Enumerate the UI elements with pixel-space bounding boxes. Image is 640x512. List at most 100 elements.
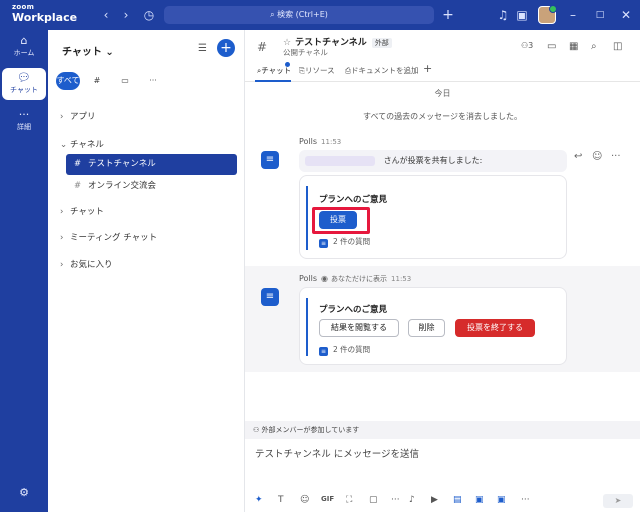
reply-icon[interactable]: ↩ <box>574 151 582 162</box>
poll-accent-bar <box>306 186 308 250</box>
video-message-icon[interactable]: ▶ <box>431 495 438 505</box>
title-bar: zoom Workplace ‹ › ◷ ⌕ 検索 (Ctrl+E) + ♫ ▣… <box>0 0 640 30</box>
chevron-down-icon: ⌄ <box>105 47 114 58</box>
sidebar-item-online-meetup[interactable]: # オンライン交流会 <box>66 176 237 197</box>
tab-channels-icon[interactable]: # <box>88 72 106 90</box>
maximize-icon[interactable]: □ <box>592 7 608 23</box>
active-tab-underline <box>255 80 291 82</box>
text-format-icon[interactable]: T <box>278 495 284 505</box>
message-time: 11:53 <box>391 275 412 283</box>
composer-toolbar: ✦ T ☺ GIF ⛶ ▢ ··· ♪ ▶ ▤ ▣ ▣ ··· ➤ <box>245 492 640 512</box>
search-icon[interactable]: ⌕ <box>591 41 597 52</box>
logo-workplace: Workplace <box>12 11 78 24</box>
history-icon[interactable]: ◷ <box>141 7 157 23</box>
hash-icon: # <box>74 181 82 191</box>
microphone-icon[interactable]: ♪ <box>409 495 415 505</box>
polls-app-icon: ≡ <box>261 288 279 306</box>
left-rail: ⌂ ホーム 💬︎ チャット ··· 詳細 ⚙ <box>0 30 48 512</box>
share-text: さんが投票を共有しました: <box>383 156 483 165</box>
more-options-icon[interactable]: ··· <box>611 151 621 162</box>
unread-dot <box>285 62 290 67</box>
hash-icon: # <box>74 159 82 169</box>
channel-name: テストチャンネル <box>88 159 156 169</box>
polls-small-icon: ≡ <box>319 347 328 356</box>
panel-icon[interactable]: ◫ <box>613 41 622 52</box>
emoji-icon[interactable]: ☺ <box>592 151 602 162</box>
rail-home[interactable]: ⌂ ホーム <box>2 34 46 62</box>
visibility-label: あなただけに表示 <box>331 275 388 283</box>
poll-accent-bar <box>306 298 308 356</box>
message-input[interactable]: テストチャンネル にメッセージを送信 <box>255 446 419 460</box>
tab-resources[interactable]: ⎘リソース <box>299 65 335 76</box>
poll-title: プランへのご意見 <box>319 305 388 315</box>
sidebar-title[interactable]: チャット ⌄ <box>62 43 114 58</box>
back-icon[interactable]: ‹ <box>98 7 114 23</box>
tab-all[interactable]: すべて <box>56 72 80 90</box>
channel-name: オンライン交流会 <box>88 181 157 191</box>
members-icon: ⚇ <box>253 426 262 434</box>
filter-icon[interactable]: ☰ <box>198 43 207 54</box>
more-icon: ··· <box>18 108 30 121</box>
vote-button[interactable]: 投票 <box>319 211 357 229</box>
section-chats[interactable]: › チャット <box>60 205 104 217</box>
forward-icon[interactable]: › <box>118 7 134 23</box>
end-poll-button[interactable]: 投票を終了する <box>455 319 535 337</box>
section-meeting-chats[interactable]: › ミーティング チャット <box>60 231 157 243</box>
more-apps-icon[interactable]: ··· <box>521 495 530 505</box>
rail-chat[interactable]: 💬︎ チャット <box>2 68 46 100</box>
tab-add-document-label: ドキュメントを追加 <box>351 66 419 75</box>
polls-app-icon: ≡ <box>261 151 279 169</box>
tab-direct-icon[interactable]: ▭ <box>116 72 134 90</box>
view-results-button[interactable]: 結果を閲覧する <box>319 319 399 337</box>
chat-main: # ☆ テストチャンネル 外部 公開チャネル ⚇3 ▭ ▦ ⌕ ◫ ⌕チャット ⎘リ… <box>245 30 640 512</box>
sidebar-item-test-channel[interactable]: # テストチャンネル <box>66 154 237 175</box>
attach-icon[interactable]: ▢ <box>369 495 378 505</box>
delete-poll-button[interactable]: 削除 <box>408 319 445 337</box>
close-icon[interactable]: ✕ <box>618 7 634 23</box>
polls-icon[interactable]: ▤ <box>453 495 462 505</box>
add-tab-icon[interactable]: + <box>423 62 432 75</box>
app-icon-2[interactable]: ▣ <box>497 495 506 505</box>
plus-icon: + <box>220 40 232 56</box>
app-icon[interactable]: ▣ <box>475 495 484 505</box>
window-icon[interactable]: ▣ <box>514 7 530 23</box>
search-placeholder: 検索 (Ctrl+E) <box>277 10 328 19</box>
avatar[interactable] <box>538 5 557 24</box>
members-button[interactable]: ⚇3 <box>521 41 533 50</box>
poll-title: プランへのご意見 <box>319 195 388 205</box>
section-favorites-label: お気に入り <box>70 260 113 270</box>
tab-chat-label: チャット <box>261 66 292 75</box>
home-icon: ⌂ <box>20 34 28 47</box>
new-chat-button[interactable]: + <box>217 39 235 57</box>
rail-more[interactable]: ··· 詳細 <box>2 108 46 136</box>
send-button[interactable]: ➤ <box>603 494 633 508</box>
add-icon[interactable]: + <box>440 7 456 23</box>
tab-more-icon[interactable]: ··· <box>144 72 162 90</box>
sender-name: Polls <box>299 137 318 146</box>
polls-small-icon: ≡ <box>319 239 328 248</box>
gif-button[interactable]: GIF <box>321 495 334 503</box>
section-channels[interactable]: ⌄ チャネル <box>60 138 104 150</box>
section-favorites[interactable]: › お気に入り <box>60 258 113 270</box>
message-sender: Polls 11:53 <box>299 137 341 146</box>
tab-add-document[interactable]: ⎙ドキュメントを追加 <box>345 65 419 76</box>
video-icon[interactable]: ▭ <box>547 41 556 52</box>
ai-sparkle-icon[interactable]: ✦ <box>255 495 263 505</box>
notification-icon[interactable]: ♫ <box>495 7 511 23</box>
more-icon[interactable]: ··· <box>391 495 400 505</box>
section-apps[interactable]: › アプリ <box>60 110 96 122</box>
logo-zoom: zoom <box>12 3 35 11</box>
screenshot-icon[interactable]: ⛶ <box>346 495 352 505</box>
settings-icon[interactable]: ⚙ <box>2 486 46 499</box>
rail-home-label: ホーム <box>13 49 35 57</box>
cleared-notice: すべての過去のメッセージを消去しました。 <box>363 112 522 121</box>
search-input[interactable]: ⌕ 検索 (Ctrl+E) <box>164 6 434 24</box>
emoji-icon[interactable]: ☺ <box>300 495 309 505</box>
minimize-icon[interactable]: – <box>565 7 581 23</box>
send-icon: ➤ <box>614 496 622 505</box>
calendar-icon[interactable]: ▦ <box>569 41 578 52</box>
message-sender: Polls ◉ あなただけに表示 11:53 <box>299 274 411 284</box>
question-count: ≡ 2 件の質問 <box>319 344 370 356</box>
share-notice: さんが投票を共有しました: <box>299 150 567 172</box>
external-members-label: 外部メンバーが参加しています <box>261 426 360 434</box>
